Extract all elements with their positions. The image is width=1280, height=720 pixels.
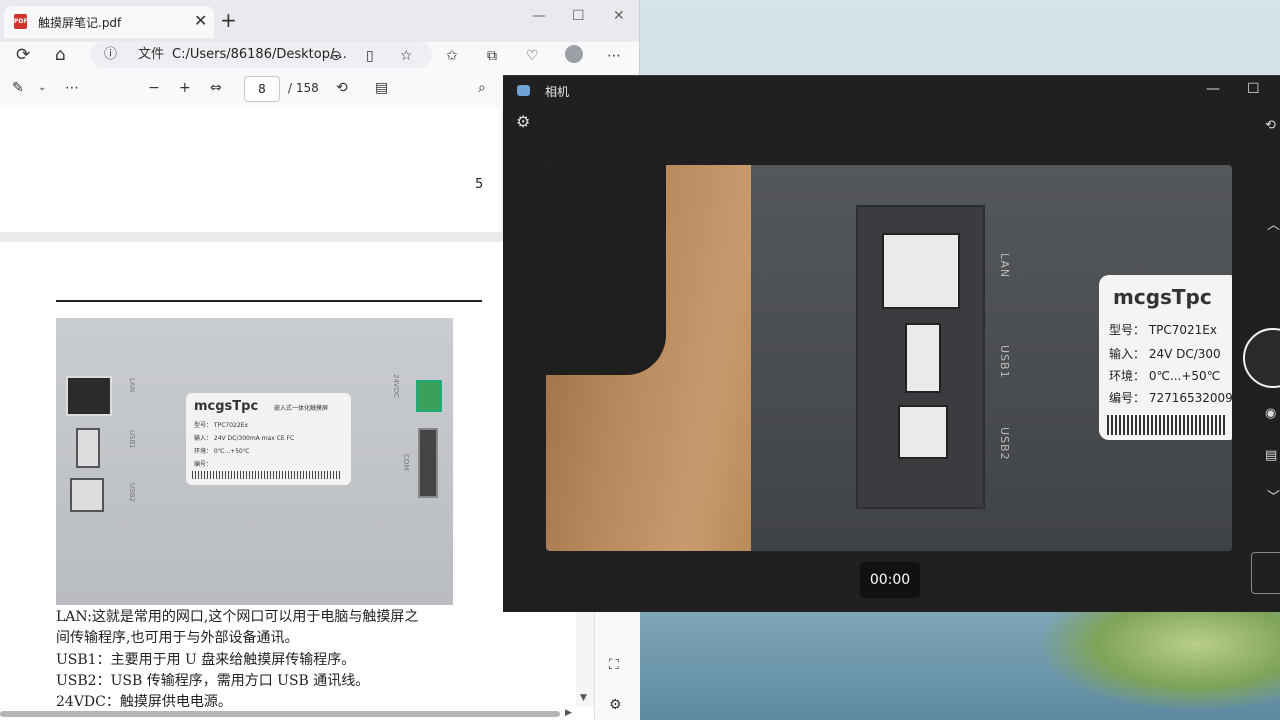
- tab-title: 触摸屏笔记.pdf: [38, 16, 122, 30]
- photo-device-label: mcgsTpc 嵌入式一体化触摸屏 型号： TPC7022Ex 输入： 24V …: [186, 393, 351, 485]
- vf-logo: mcgsTpc: [1113, 285, 1212, 309]
- settings-gear-icon[interactable]: ⚙: [609, 695, 622, 715]
- photo-label-title: 嵌入式一体化触摸屏: [274, 405, 329, 412]
- page-view-icon[interactable]: ▤: [375, 80, 388, 96]
- scroll-down-arrow-icon[interactable]: ▼: [580, 693, 587, 703]
- vf-spec-input: 输入： 24V DC/300: [1109, 347, 1221, 361]
- vf-lan-port: [882, 233, 960, 309]
- doc-line-5: 24VDC：触摸屏供电电源。: [56, 694, 232, 710]
- vf-dark-object: [546, 165, 666, 375]
- camera-window: 相机 — ☐ ⚙ LAN USB1 USB2 mcgsTpc 型号： TPC70…: [503, 75, 1280, 612]
- zoom-icon[interactable]: ⊖: [330, 46, 342, 66]
- horizontal-rule: [56, 300, 482, 302]
- tab-bar: PDF 触摸屏笔记.pdf ✕ + — ☐ ✕: [0, 0, 639, 42]
- last-capture-thumbnail[interactable]: [1251, 552, 1280, 594]
- doc-line-4: USB2：USB 传输程序，需用方口 USB 通讯线。: [56, 673, 370, 689]
- photo-logo: mcgsTpc: [194, 399, 259, 414]
- photo-spec-input: 输入： 24V DC/300mA max CE FC: [194, 435, 295, 442]
- maximize-button[interactable]: ☐: [572, 8, 585, 24]
- photo-spec-env: 环境： 0℃...+50℃: [194, 448, 250, 455]
- switch-camera-icon[interactable]: ⟲: [1265, 118, 1276, 133]
- photo-spec-no: 编号：: [194, 461, 213, 468]
- rotate-icon[interactable]: ⟲: [336, 80, 348, 96]
- favorites-icon[interactable]: ✩: [446, 46, 458, 66]
- read-aloud-icon[interactable]: ▯: [366, 46, 374, 66]
- vf-barcode: [1107, 415, 1227, 435]
- refresh-icon[interactable]: ⟳: [16, 44, 30, 66]
- doc-line-1: LAN:这就是常用的网口,这个网口可以用于电脑与触摸屏之: [56, 609, 419, 625]
- pdf-page-5: 5: [0, 107, 502, 232]
- camera-maximize-button[interactable]: ☐: [1247, 81, 1260, 97]
- photo-usb1-text: USB1: [128, 430, 136, 449]
- fit-width-icon[interactable]: ⇔: [210, 80, 222, 96]
- horizontal-scrollbar[interactable]: [0, 711, 560, 717]
- wallpaper-island: [1040, 600, 1280, 710]
- address-bar[interactable]: ⓘ 文件 C:/Users/86186/Desktop/...: [90, 42, 432, 68]
- vf-lan-text: LAN: [998, 253, 1011, 279]
- zoom-out-icon[interactable]: −: [148, 80, 160, 96]
- chevron-up-icon[interactable]: ︿: [1267, 214, 1280, 233]
- more-tools-icon[interactable]: ⋯: [65, 80, 79, 96]
- info-icon[interactable]: ⓘ: [104, 42, 117, 68]
- browser-essentials-icon[interactable]: ♡: [526, 46, 539, 66]
- vf-usb1-port: [905, 323, 941, 393]
- chevron-down-icon[interactable]: ﹀: [1267, 486, 1280, 505]
- vf-usb1-text: USB1: [998, 345, 1011, 379]
- vf-device-label: mcgsTpc 型号： TPC7021Ex 输入： 24V DC/300 环境：…: [1099, 275, 1232, 440]
- page-number-input[interactable]: 8: [244, 76, 280, 102]
- collections-icon[interactable]: ⧉: [487, 46, 497, 66]
- url-text[interactable]: C:/Users/86186/Desktop/...: [172, 42, 347, 68]
- vf-spec-no: 编号： 72716532009: [1109, 391, 1232, 405]
- camera-app-icon: [517, 85, 530, 96]
- camera-settings-gear-icon[interactable]: ⚙: [516, 112, 530, 131]
- doc-line-2: 间传输程序,也可用于与外部设备通讯。: [56, 630, 299, 646]
- page-footer-number: 5: [475, 177, 484, 192]
- close-window-button[interactable]: ✕: [613, 8, 625, 24]
- photo-usb2-text: USB2: [128, 483, 136, 502]
- camera-minimize-button[interactable]: —: [1206, 81, 1220, 97]
- minimize-button[interactable]: —: [532, 8, 546, 24]
- photo-com-port: [418, 428, 438, 498]
- more-menu-icon[interactable]: ⋯: [607, 46, 621, 66]
- document-mode-icon[interactable]: ▤: [1265, 448, 1277, 463]
- tab-pdf[interactable]: PDF 触摸屏笔记.pdf ✕: [4, 6, 214, 38]
- vf-usb2-text: USB2: [998, 427, 1011, 461]
- tab-close-icon[interactable]: ✕: [194, 11, 207, 30]
- record-video-button[interactable]: [1243, 328, 1280, 388]
- device-photo: LAN USB1 USB2 mcgsTpc 嵌入式一体化触摸屏 型号： TPC7…: [56, 318, 453, 605]
- photo-power-connector: [416, 380, 442, 412]
- doc-line-3: USB1：主要用于用 U 盘来给触摸屏传输程序。: [56, 652, 356, 668]
- favorite-star-icon[interactable]: ☆: [400, 46, 413, 66]
- new-tab-button[interactable]: +: [220, 9, 237, 31]
- photo-lan-text: LAN: [128, 378, 136, 393]
- photo-com-text: COM: [402, 454, 410, 471]
- search-icon[interactable]: ⌕: [478, 80, 486, 96]
- photo-usb2-port: [70, 478, 104, 512]
- page-total: / 158: [288, 81, 319, 95]
- screenshot-icon[interactable]: ⛶: [609, 655, 619, 675]
- photo-spec-model: 型号： TPC7022Ex: [194, 422, 248, 429]
- photo-lan-port: [66, 376, 112, 416]
- scroll-right-arrow-icon[interactable]: ▶: [565, 708, 572, 718]
- recording-timer: 00:00: [860, 562, 920, 598]
- pdf-file-icon: PDF: [14, 14, 27, 29]
- camera-viewfinder[interactable]: LAN USB1 USB2 mcgsTpc 型号： TPC7021Ex 输入： …: [546, 165, 1232, 551]
- profile-avatar[interactable]: [565, 45, 583, 63]
- photo-mode-icon[interactable]: ◉: [1265, 406, 1276, 421]
- highlight-icon[interactable]: ✎: [12, 80, 24, 96]
- vf-usb2-port: [898, 405, 948, 459]
- camera-title: 相机: [545, 85, 570, 99]
- vf-spec-model: 型号： TPC7021Ex: [1109, 323, 1217, 337]
- url-site-label: 文件: [138, 47, 165, 62]
- photo-usb1-port: [76, 428, 100, 468]
- home-icon[interactable]: ⌂: [55, 44, 66, 66]
- photo-barcode: [192, 471, 342, 479]
- photo-24vdc-text: 24VDC: [392, 374, 400, 398]
- chevron-down-icon[interactable]: ⌄: [38, 80, 46, 96]
- address-bar-row: ⟳ ⌂ ⓘ 文件 C:/Users/86186/Desktop/... ⊖ ▯ …: [0, 42, 639, 70]
- vf-spec-env: 环境： 0℃...+50℃: [1109, 369, 1221, 383]
- zoom-in-icon[interactable]: +: [179, 80, 191, 96]
